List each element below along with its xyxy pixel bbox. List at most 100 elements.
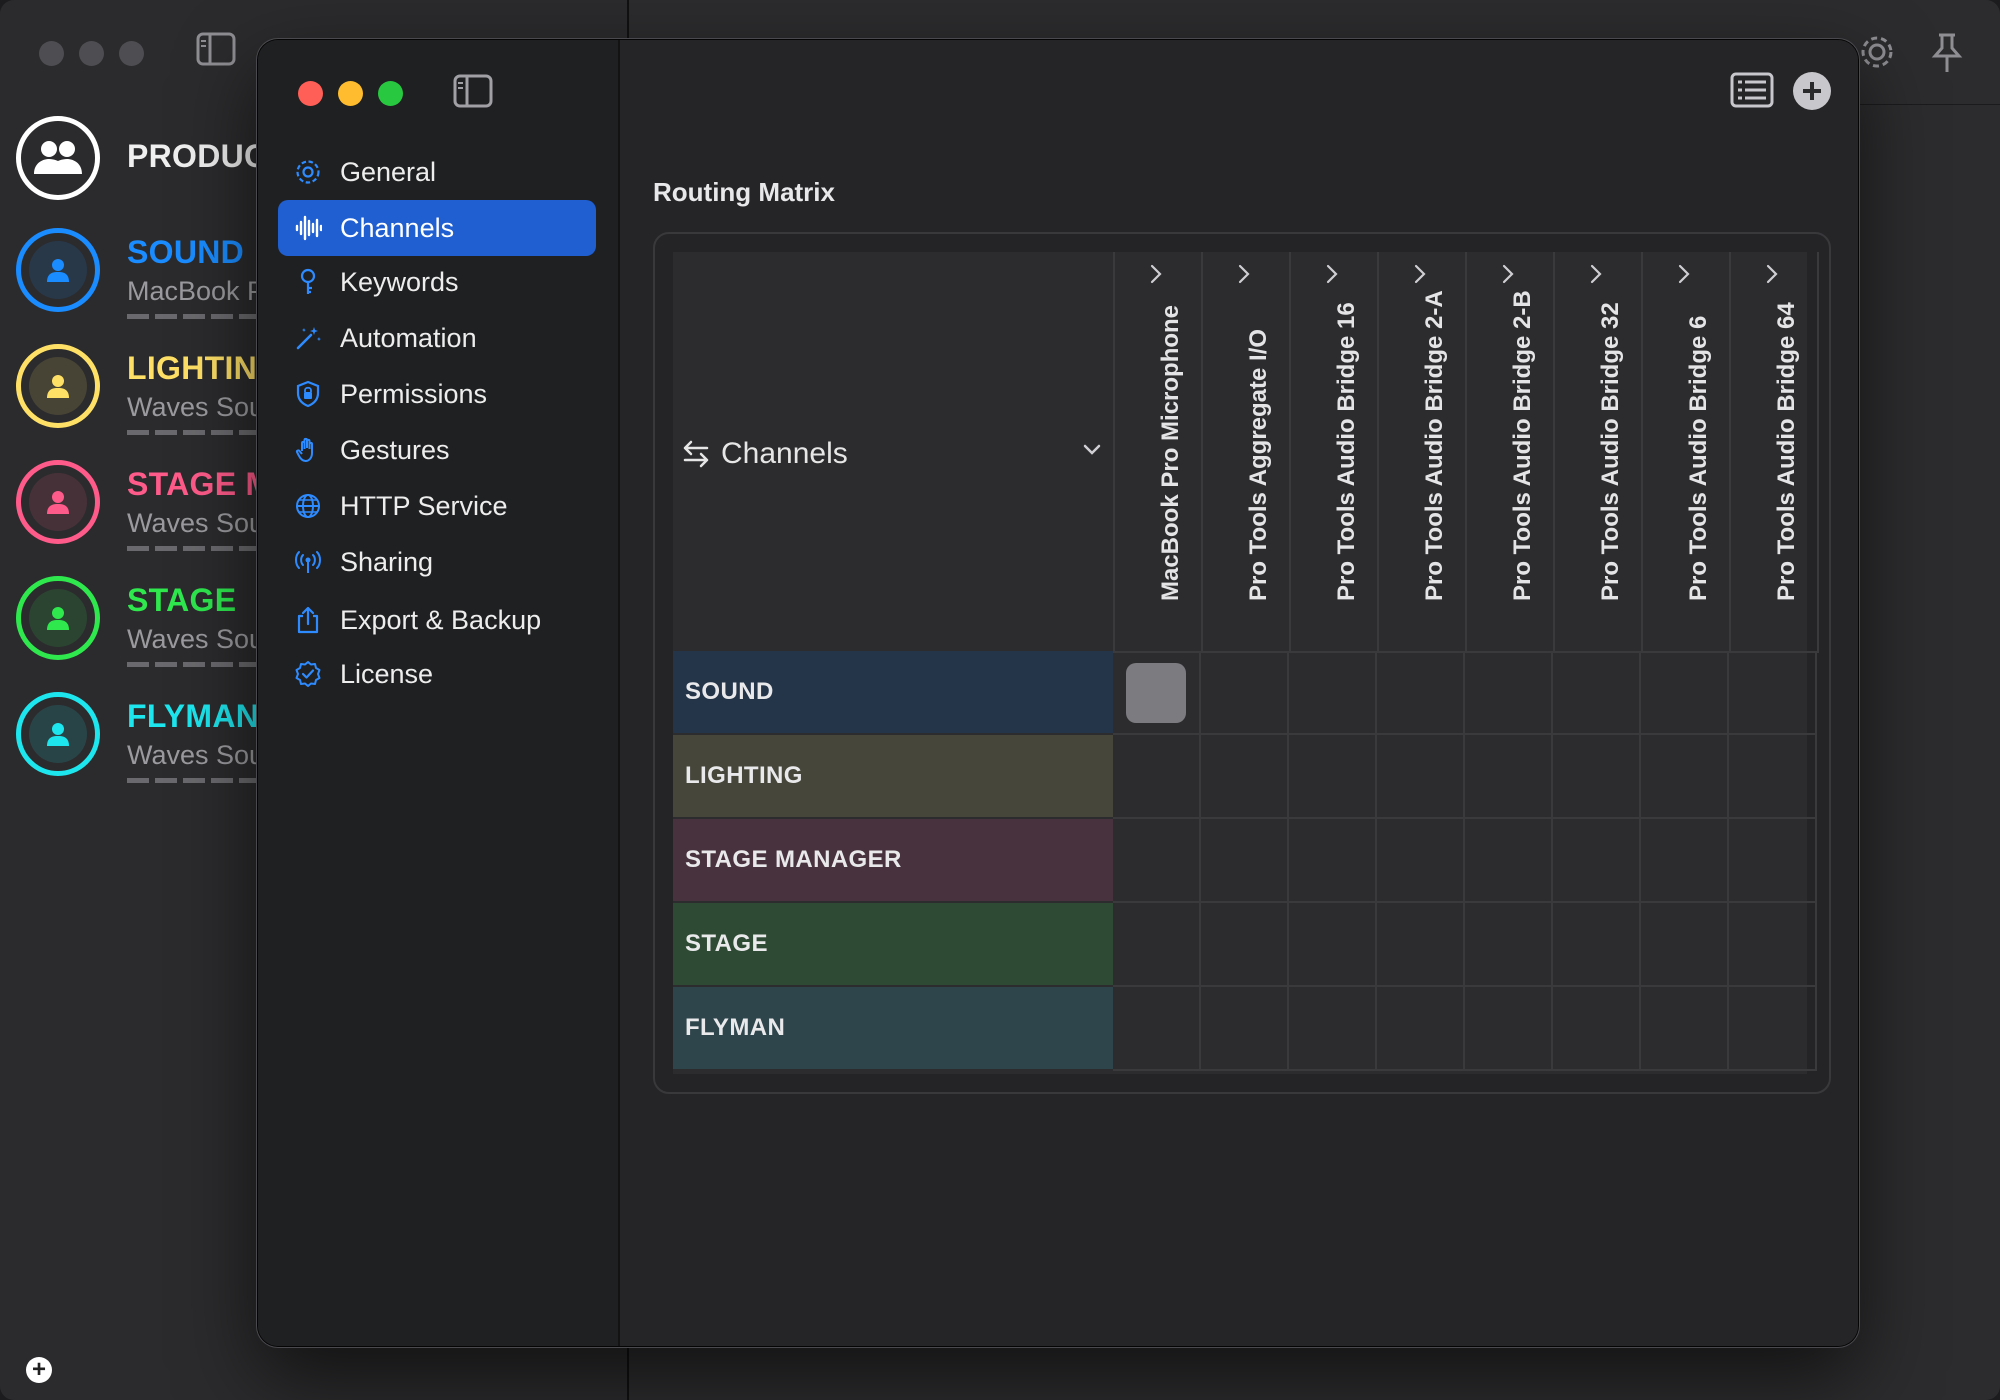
minimize-button[interactable] <box>338 81 363 106</box>
broadcast-icon <box>292 546 324 578</box>
chevron-right-icon[interactable] <box>1237 264 1251 284</box>
matrix-cell[interactable] <box>1377 987 1465 1071</box>
level-meter <box>127 314 267 319</box>
checkmark-seal-icon <box>292 658 324 690</box>
matrix-cell[interactable] <box>1641 987 1729 1071</box>
matrix-cell[interactable] <box>1641 735 1729 819</box>
selector-label: Channels <box>721 437 848 470</box>
matrix-cell[interactable] <box>1113 903 1201 987</box>
matrix-cell[interactable] <box>1289 651 1377 735</box>
route-toggle-on[interactable] <box>1126 663 1186 723</box>
matrix-column-header[interactable]: MacBook Pro Microphone <box>1113 252 1203 653</box>
close-button[interactable] <box>298 81 323 106</box>
nav-item-http-service[interactable]: HTTP Service <box>278 478 596 534</box>
person-icon <box>29 705 87 763</box>
nav-item-gestures[interactable]: Gestures <box>278 422 596 478</box>
matrix-cell[interactable] <box>1641 651 1729 735</box>
matrix-column-header[interactable]: Pro Tools Audio Bridge 64 <box>1729 252 1819 653</box>
matrix-column-header[interactable]: Pro Tools Audio Bridge 2-B <box>1465 252 1555 653</box>
matrix-cell[interactable] <box>1113 819 1201 903</box>
sidebar-toggle-icon[interactable] <box>196 32 236 66</box>
chevron-right-icon[interactable] <box>1501 264 1515 284</box>
chevron-right-icon[interactable] <box>1413 264 1427 284</box>
chevron-right-icon[interactable] <box>1765 264 1779 284</box>
matrix-cell[interactable] <box>1729 819 1817 903</box>
add-member-button[interactable]: + <box>26 1357 52 1383</box>
matrix-cell[interactable] <box>1289 819 1377 903</box>
matrix-cell[interactable] <box>1553 903 1641 987</box>
settings-content: Routing Matrix Channels MacBook Pro Micr… <box>620 40 1858 1346</box>
nav-item-label: Automation <box>340 322 477 353</box>
matrix-cell[interactable] <box>1465 903 1553 987</box>
matrix-cell[interactable] <box>1729 903 1817 987</box>
matrix-cell[interactable] <box>1377 735 1465 819</box>
matrix-cell[interactable] <box>1377 651 1465 735</box>
matrix-cell[interactable] <box>1641 819 1729 903</box>
add-button[interactable] <box>1793 72 1831 110</box>
section-title: Routing Matrix <box>653 177 835 207</box>
matrix-cell[interactable] <box>1553 987 1641 1071</box>
matrix-cell[interactable] <box>1113 735 1201 819</box>
nav-item-label: Channels <box>340 212 455 243</box>
nav-item-license[interactable]: License <box>278 646 596 702</box>
matrix-cell[interactable] <box>1201 903 1289 987</box>
matrix-column-header[interactable]: Pro Tools Aggregate I/O <box>1201 252 1291 653</box>
matrix-column-header[interactable]: Pro Tools Audio Bridge 2-A <box>1377 252 1467 653</box>
channels-selector[interactable]: Channels <box>681 434 1101 474</box>
matrix-cell[interactable] <box>1201 819 1289 903</box>
bg-minimize-light[interactable] <box>79 41 104 66</box>
matrix-cell[interactable] <box>1729 651 1817 735</box>
member-name: SOUND <box>127 234 245 270</box>
chevron-right-icon[interactable] <box>1325 264 1339 284</box>
matrix-cell[interactable] <box>1201 651 1289 735</box>
nav-item-permissions[interactable]: Permissions <box>278 366 596 422</box>
sidebar-toggle-icon[interactable] <box>453 74 493 108</box>
matrix-cell[interactable] <box>1553 651 1641 735</box>
matrix-cell[interactable] <box>1289 987 1377 1071</box>
lock-shield-icon <box>292 378 324 410</box>
list-icon[interactable] <box>1730 72 1774 108</box>
nav-item-channels[interactable]: Channels <box>278 200 596 256</box>
chevron-right-icon[interactable] <box>1677 264 1691 284</box>
matrix-cell[interactable] <box>1377 819 1465 903</box>
nav-item-label: Gestures <box>340 434 450 465</box>
matrix-cell[interactable] <box>1201 987 1289 1071</box>
nav-item-sharing[interactable]: Sharing <box>278 534 596 590</box>
matrix-cell[interactable] <box>1553 819 1641 903</box>
matrix-cell[interactable] <box>1729 987 1817 1071</box>
matrix-row-label: SOUND <box>673 651 1113 735</box>
member-device: MacBook P <box>127 276 266 306</box>
zoom-button[interactable] <box>378 81 403 106</box>
matrix-cell[interactable] <box>1289 735 1377 819</box>
gear-icon[interactable] <box>1857 32 1897 72</box>
matrix-column-header[interactable]: Pro Tools Audio Bridge 16 <box>1289 252 1379 653</box>
matrix-cell[interactable] <box>1201 735 1289 819</box>
chevron-down-icon <box>1083 444 1101 456</box>
matrix-cell[interactable] <box>1465 987 1553 1071</box>
nav-item-keywords[interactable]: Keywords <box>278 254 596 310</box>
pin-icon[interactable] <box>1931 32 1963 74</box>
matrix-cell[interactable] <box>1465 819 1553 903</box>
chevron-right-icon[interactable] <box>1589 264 1603 284</box>
matrix-column-header[interactable]: Pro Tools Audio Bridge 32 <box>1553 252 1643 653</box>
matrix-cell[interactable] <box>1465 651 1553 735</box>
matrix-cell[interactable] <box>1377 903 1465 987</box>
matrix-cell[interactable] <box>1729 735 1817 819</box>
matrix-cell[interactable] <box>1113 987 1201 1071</box>
nav-item-automation[interactable]: Automation <box>278 310 596 366</box>
matrix-cell[interactable] <box>1465 735 1553 819</box>
member-name: STAGE <box>127 582 237 618</box>
matrix-cell[interactable] <box>1113 651 1201 735</box>
row-label-text: LIGHTING <box>685 762 803 789</box>
nav-item-export-backup[interactable]: Export & Backup <box>278 592 596 648</box>
bg-zoom-light[interactable] <box>119 41 144 66</box>
matrix-cell[interactable] <box>1289 903 1377 987</box>
matrix-cell[interactable] <box>1553 735 1641 819</box>
nav-item-label: HTTP Service <box>340 490 508 521</box>
bg-close-light[interactable] <box>39 41 64 66</box>
matrix-column-header[interactable]: Pro Tools Audio Bridge 6 <box>1641 252 1731 653</box>
matrix-cell[interactable] <box>1641 903 1729 987</box>
nav-item-general[interactable]: General <box>278 144 596 200</box>
person-icon <box>29 357 87 415</box>
chevron-right-icon[interactable] <box>1149 264 1163 284</box>
